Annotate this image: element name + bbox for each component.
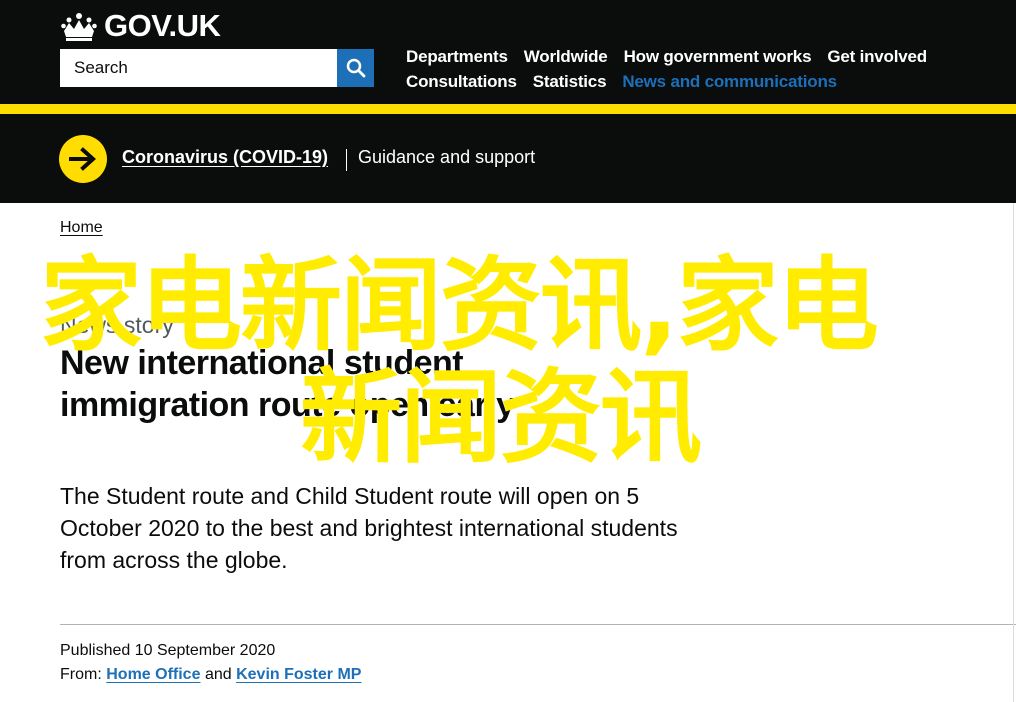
header-accent-bar xyxy=(0,104,1016,114)
nav-row-2: Consultations Statistics News and commun… xyxy=(406,69,1006,94)
search-button[interactable] xyxy=(337,49,374,87)
main-navigation: Departments Worldwide How government wor… xyxy=(406,44,1006,94)
nav-link-departments[interactable]: Departments xyxy=(406,47,508,67)
covid-banner: Coronavirus (COVID-19) Guidance and supp… xyxy=(0,114,1016,203)
lead-paragraph: The Student route and Child Student rout… xyxy=(60,483,678,573)
covid-link[interactable]: Coronavirus (COVID-19) xyxy=(122,147,328,168)
content-type-caption: News story xyxy=(60,312,174,338)
org-link-home-office[interactable]: Home Office xyxy=(106,666,200,683)
covid-arrow-badge[interactable] xyxy=(59,135,107,183)
govuk-logo-link[interactable]: GOV.UK xyxy=(60,8,221,44)
site-header: GOV.UK Departments Worldwide How governm… xyxy=(0,0,1016,114)
published-date: Published 10 September 2020 xyxy=(60,642,276,659)
crown-icon xyxy=(61,13,97,41)
covid-separator xyxy=(346,149,347,171)
search-form xyxy=(60,49,374,87)
breadcrumb-home[interactable]: Home xyxy=(60,219,103,237)
nav-link-news-and-communications[interactable]: News and communications xyxy=(622,72,837,92)
header-inner: GOV.UK Departments Worldwide How governm… xyxy=(60,0,1000,104)
search-input[interactable] xyxy=(60,49,337,87)
nav-link-worldwide[interactable]: Worldwide xyxy=(524,47,608,67)
nav-link-how-government-works[interactable]: How government works xyxy=(624,47,812,67)
nav-link-get-involved[interactable]: Get involved xyxy=(827,47,927,67)
logo-text: GOV.UK xyxy=(104,8,221,43)
person-link-kevin-foster[interactable]: Kevin Foster MP xyxy=(236,666,361,683)
from-label: From: xyxy=(60,666,102,683)
nav-link-consultations[interactable]: Consultations xyxy=(406,72,517,92)
metadata-divider xyxy=(60,624,1016,625)
nav-link-statistics[interactable]: Statistics xyxy=(533,72,607,92)
page-title: New international student immigration ro… xyxy=(60,344,515,424)
nav-row-1: Departments Worldwide How government wor… xyxy=(406,44,1006,69)
arrow-right-icon xyxy=(69,147,96,171)
search-icon xyxy=(346,58,365,78)
from-metadata: From: Home Office and Kevin Foster MP xyxy=(60,666,361,684)
covid-guidance-text: Guidance and support xyxy=(358,147,536,167)
and-text: and xyxy=(204,666,232,683)
page-edge-border xyxy=(1013,203,1014,702)
